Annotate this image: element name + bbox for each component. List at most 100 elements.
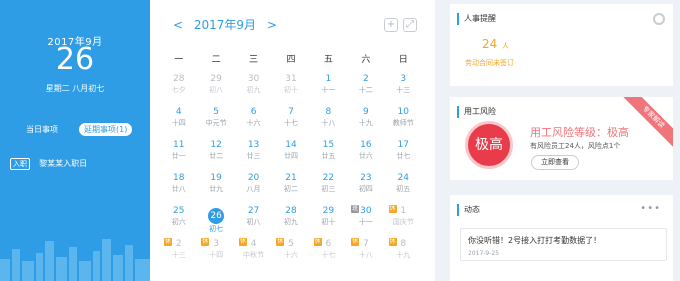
event-tabs: 当日事项 延期事项(1) [0, 123, 150, 137]
day-number: 28 [285, 206, 297, 216]
day-number: 24 [397, 173, 409, 183]
lunar-label: 初六 [171, 218, 186, 226]
calendar-day[interactable]: 休 6 十七 [310, 236, 347, 266]
calendar-day[interactable]: 2 十二 [347, 71, 384, 101]
day-number: 16 [360, 140, 372, 150]
calendar-day[interactable]: 8 十八 [310, 104, 347, 134]
plus-icon[interactable]: + [384, 18, 398, 32]
risk-level-text: 用工风险等级：极高 [530, 126, 629, 139]
calendar-day[interactable]: 10 教师节 [385, 104, 422, 134]
calendar-day[interactable]: 28 初九 [272, 203, 309, 233]
calendar-day[interactable]: 28 七夕 [160, 71, 197, 101]
day-number: 3 [400, 74, 407, 84]
weekday-label: 五 [323, 55, 333, 65]
day-number: 26 [208, 208, 225, 224]
calendar-day[interactable]: 9 十九 [347, 104, 384, 134]
calendar-day[interactable]: 6 十六 [235, 104, 272, 134]
reminder-unit: 人 [502, 42, 509, 50]
day-number: 10 [397, 107, 409, 117]
calendar-panel: < 2017年9月 > + ⤢ 一 二 三 四 五 六 日 28 七夕 29 初八 30… [150, 0, 435, 281]
calendar-day[interactable]: 29 初八 [197, 71, 234, 101]
calendar-week: 4 十四 5 中元节 6 十六 7 十七 8 十八 9 十九 10 教师节 [160, 104, 422, 134]
calendar-day[interactable]: 27 初八 [235, 203, 272, 233]
feed-card: 动态 ••• 你没听错！2号接入打打考勤数据了！ 2017-9-25 [450, 195, 673, 281]
calendar-title: 2017年9月 [193, 18, 257, 32]
day-number: 12 [210, 140, 222, 150]
calendar-day[interactable]: 5 中元节 [197, 104, 234, 134]
lunar-label: 七夕 [171, 86, 186, 94]
calendar-day[interactable]: 17 廿七 [385, 137, 422, 167]
lunar-label: 廿四 [283, 152, 298, 160]
holiday-badge: 休 [388, 205, 397, 213]
calendar-day[interactable]: 29 初十 [310, 203, 347, 233]
calendar-day[interactable]: 15 廿五 [310, 137, 347, 167]
next-month-button[interactable]: > [266, 18, 278, 32]
calendar-day[interactable]: 14 廿四 [272, 137, 309, 167]
card-title: 用工风险 [457, 106, 496, 118]
calendar-week: 休 2 十三休 3 十四休 4 中秋节休 5 十六休 6 十七休 7 十八休 8 十九 [160, 236, 422, 266]
tab-today[interactable]: 当日事项 [26, 124, 58, 135]
calendar-weeks: 28 七夕 29 初八 30 初九 31 初十 1 十一 2 十二 3 十三 4 十四 5 中元节 6 十六 7 十七 8 十… [160, 71, 422, 266]
tab-overdue[interactable]: 延期事项(1) [79, 123, 133, 136]
lunar-label: 廿五 [321, 152, 336, 160]
lunar-label: 初十 [321, 218, 336, 226]
lunar-label: 廿二 [209, 152, 224, 160]
calendar-day[interactable]: 23 初四 [347, 170, 384, 200]
day-number: 25 [172, 206, 185, 216]
more-icon[interactable]: ••• [640, 203, 661, 214]
lunar-label: 十八 [358, 251, 373, 259]
event-text: 黎某某入职日 [39, 159, 88, 168]
calendar-day[interactable]: 休 2 十三 [160, 236, 197, 266]
lunar-label: 初七 [209, 225, 224, 233]
calendar-day[interactable]: 3 十三 [385, 71, 422, 101]
day-number: 20 [247, 173, 260, 183]
calendar-day[interactable]: 班 30 十一 [347, 203, 384, 233]
calendar-day[interactable]: 13 廿三 [235, 137, 272, 167]
calendar-day[interactable]: 24 初五 [385, 170, 422, 200]
lunar-label: 初二 [283, 185, 298, 193]
calendar-day[interactable]: 18 廿八 [160, 170, 197, 200]
day-number: 19 [210, 173, 222, 183]
expand-icon[interactable]: ⤢ [403, 18, 417, 32]
calendar-day[interactable]: 休 4 中秋节 [235, 236, 272, 266]
lunar-label: 中秋节 [243, 251, 265, 259]
lunar-label: 十九 [396, 251, 411, 259]
event-item[interactable]: 入职 黎某某入职日 [10, 153, 87, 170]
gear-icon[interactable] [653, 13, 665, 25]
calendar-day[interactable]: 30 初九 [235, 71, 272, 101]
lunar-label: 十七 [283, 119, 298, 127]
reminder-count[interactable]: 24 [482, 37, 497, 51]
calendar-day[interactable]: 21 初二 [272, 170, 309, 200]
day-number: 22 [322, 173, 335, 183]
calendar-day[interactable]: 休 8 十九 [385, 236, 422, 266]
calendar-day[interactable]: 7 十七 [272, 104, 309, 134]
calendar-nav: < 2017年9月 > [172, 16, 278, 32]
calendar-week: 25 初六 26 初七 27 初八 28 初九 29 初十 班 30 十一休 1 国庆节 [160, 203, 422, 233]
calendar-day[interactable]: 休 7 十八 [347, 236, 384, 266]
day-number: 4 [175, 107, 182, 117]
calendar-day[interactable]: 休 3 十四 [197, 236, 234, 266]
calendar-day[interactable]: 22 初三 [310, 170, 347, 200]
calendar-day[interactable]: 20 八月 [235, 170, 272, 200]
calendar-day[interactable]: 4 十四 [160, 104, 197, 134]
calendar-day[interactable]: 11 廿一 [160, 137, 197, 167]
card-title: 动态 [457, 204, 480, 216]
view-now-button[interactable]: 立即查看 [531, 155, 579, 170]
calendar-day[interactable]: 休 5 十六 [272, 236, 309, 266]
calendar-day[interactable]: 12 廿二 [197, 137, 234, 167]
lunar-label: 初九 [283, 218, 298, 226]
calendar-day-today[interactable]: 26 初七 [197, 203, 234, 233]
lunar-label: 十八 [321, 119, 336, 127]
calendar-day[interactable]: 25 初六 [160, 203, 197, 233]
calendar-day[interactable]: 16 廿六 [347, 137, 384, 167]
lunar-label: 廿八 [171, 185, 186, 193]
calendar-day[interactable]: 31 初十 [272, 71, 309, 101]
calendar-week: 11 廿一 12 廿二 13 廿三 14 廿四 15 廿五 16 廿六 17 廿七 [160, 137, 422, 167]
lunar-label: 国庆节 [392, 218, 414, 226]
calendar-day[interactable]: 休 1 国庆节 [385, 203, 422, 233]
lunar-label: 十六 [283, 251, 298, 259]
prev-month-button[interactable]: < [172, 18, 184, 32]
feed-item[interactable]: 你没听错！2号接入打打考勤数据了！ 2017-9-25 [460, 228, 667, 261]
calendar-day[interactable]: 19 廿九 [197, 170, 234, 200]
calendar-day[interactable]: 1 十一 [310, 71, 347, 101]
